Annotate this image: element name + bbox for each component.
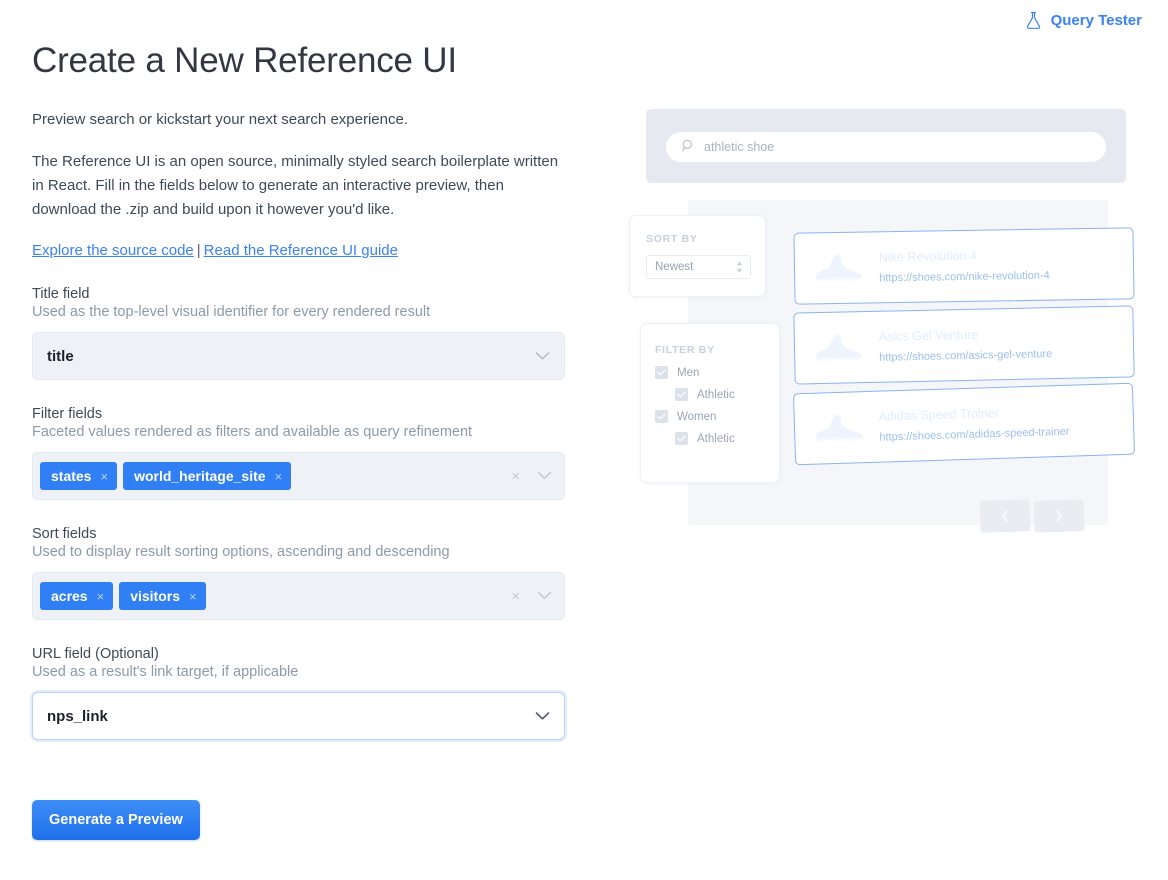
preview-filter-option: Athletic [655,388,779,401]
url-field-help: Used as a result's link target, if appli… [32,664,632,680]
preview-result-text: Adidas Speed Trainer https://shoes.com/a… [879,404,1070,444]
checkbox-checked-icon [675,432,688,445]
intro-paragraph-2: The Reference UI is an open source, mini… [32,150,566,222]
filter-tag-label: states [51,469,91,483]
preview-result-list: Nike Revolution 4 https://shoes.com/nike… [794,230,1134,467]
filter-tag[interactable]: states × [40,462,117,490]
flask-icon [1025,11,1042,30]
preview-pagination-prev [980,499,1031,533]
query-tester-label: Query Tester [1051,12,1142,29]
preview-sort-by-heading: SORT BY [646,233,765,245]
filter-fields-group: Filter fields Faceted values rendered as… [32,406,632,500]
filter-tag-label: world_heritage_site [134,469,266,483]
sort-tag-label: acres [51,589,88,603]
url-field-value: nps_link [47,708,108,725]
generate-preview-button[interactable]: Generate a Preview [32,800,200,840]
preview-filter-option: Athletic [655,432,779,445]
filter-fields-label: Filter fields [32,406,632,422]
preview-result-url: https://shoes.com/nike-revolution-4 [879,270,1050,285]
filter-fields-help: Faceted values rendered as filters and a… [32,424,632,440]
preview-result-card: Adidas Speed Trainer https://shoes.com/a… [793,383,1135,466]
chevron-down-icon [535,348,550,365]
preview-filter-by-heading: FILTER BY [655,344,779,356]
checkbox-checked-icon [655,366,668,379]
preview-result-url: https://shoes.com/adidas-speed-trainer [879,426,1069,444]
preview-result-url: https://shoes.com/asics-gel-venture [879,348,1052,364]
preview-filter-option: Men [655,366,779,379]
preview-search-query: athletic shoe [704,140,774,154]
checkbox-checked-icon [655,410,668,423]
search-icon [682,139,695,155]
sort-fields-multiselect[interactable]: acres × visitors × × [32,572,565,620]
preview-result-title: Adidas Speed Trainer [879,404,1070,424]
preview-filter-option-label: Athletic [697,433,735,445]
preview-pagination-next [1034,499,1085,533]
link-separator: | [194,242,204,259]
preview-filter-option: Women [655,410,779,423]
clear-all-icon[interactable]: × [511,469,520,484]
sort-fields-actions: × [511,587,552,605]
remove-tag-icon[interactable]: × [275,470,283,483]
title-field-help: Used as the top-level visual identifier … [32,304,632,320]
remove-tag-icon[interactable]: × [97,590,105,603]
chevron-down-icon[interactable] [537,467,552,485]
filter-fields-actions: × [511,467,552,485]
remove-tag-icon[interactable]: × [189,590,197,603]
chevron-down-icon[interactable] [537,587,552,605]
preview-result-title: Asics Gel Venture [879,326,1052,344]
url-field-label: URL field (Optional) [32,646,632,662]
sort-tag[interactable]: acres × [40,582,113,610]
preview-filter-option-label: Men [677,367,699,379]
preview-result-title: Nike Revolution 4 [879,248,1050,265]
preview-search-input: athletic shoe [666,132,1106,162]
remove-tag-icon[interactable]: × [100,470,108,483]
url-field-select[interactable]: nps_link [32,692,565,740]
sort-fields-label: Sort fields [32,526,632,542]
topbar: Query Tester [0,0,1168,40]
title-field-select[interactable]: title [32,332,565,380]
shoe-thumbnail-icon [809,326,866,369]
title-field-value: title [47,348,74,365]
form-column: Create a New Reference UI Preview search… [32,40,632,840]
stepper-arrows-icon [736,261,743,273]
reference-ui-preview-illustration: athletic shoe SORT BY Newest FILTER BY M… [620,95,1160,575]
preview-result-text: Nike Revolution 4 https://shoes.com/nike… [879,248,1050,285]
preview-pagination [980,500,1084,532]
sort-fields-help: Used to display result sorting options, … [32,544,632,560]
doc-links: Explore the source code|Read the Referen… [32,242,632,259]
preview-search-bar: athletic shoe [646,109,1126,183]
sort-tag-label: visitors [130,589,180,603]
page-title: Create a New Reference UI [32,40,632,82]
sort-fields-group: Sort fields Used to display result sorti… [32,526,632,620]
preview-sort-by-select: Newest [646,255,751,279]
preview-filter-option-label: Women [677,411,716,423]
query-tester-link[interactable]: Query Tester [1025,11,1142,30]
reference-ui-guide-link[interactable]: Read the Reference UI guide [204,242,398,259]
filter-tag[interactable]: world_heritage_site × [123,462,291,490]
title-field-label: Title field [32,286,632,302]
checkbox-checked-icon [675,388,688,401]
preview-result-card: Asics Gel Venture https://shoes.com/asic… [793,305,1134,384]
chevron-down-icon [535,708,550,725]
intro-paragraph-1: Preview search or kickstart your next se… [32,108,566,132]
filter-fields-multiselect[interactable]: states × world_heritage_site × × [32,452,565,500]
clear-all-icon[interactable]: × [511,589,520,604]
sort-tag[interactable]: visitors × [119,582,205,610]
title-field-group: Title field Used as the top-level visual… [32,286,632,380]
source-code-link[interactable]: Explore the source code [32,242,194,259]
preview-filter-by-panel: FILTER BY Men Athletic Women Athletic [640,323,780,483]
preview-result-card: Nike Revolution 4 https://shoes.com/nike… [793,227,1134,304]
url-field-group: URL field (Optional) Used as a result's … [32,646,632,740]
preview-filter-option-label: Athletic [697,389,735,401]
preview-result-text: Asics Gel Venture https://shoes.com/asic… [879,326,1053,364]
shoe-thumbnail-icon [809,247,866,290]
preview-sort-by-value: Newest [655,261,693,273]
preview-sort-by-panel: SORT BY Newest [629,215,766,297]
shoe-thumbnail-icon [808,406,865,450]
